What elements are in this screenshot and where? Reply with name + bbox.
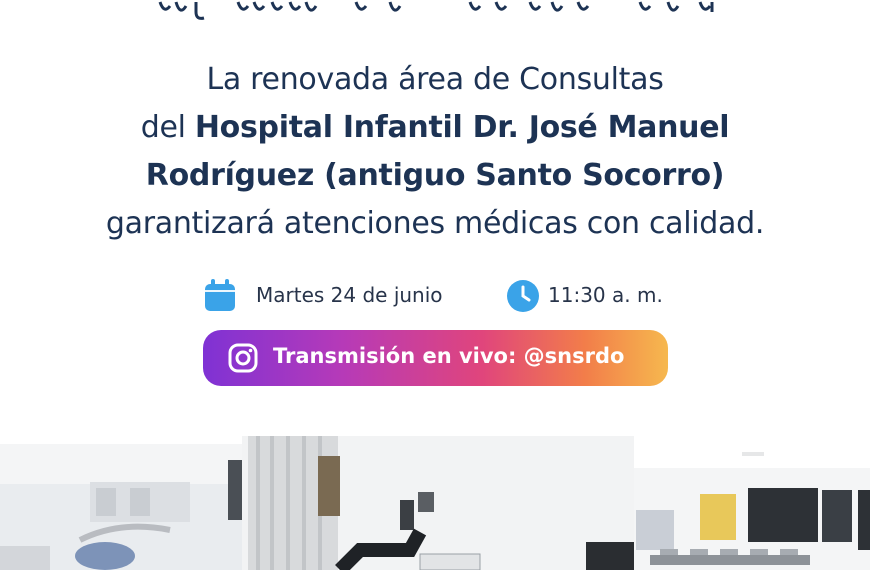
headline-line-2-prefix: del bbox=[140, 110, 195, 145]
photo-exam-room bbox=[242, 430, 634, 570]
headline-hospital-name: Hospital Infantil Dr. José Manuel bbox=[194, 110, 730, 145]
clock-icon bbox=[505, 278, 541, 318]
headline-line-2: del Hospital Infantil Dr. José Manuel bbox=[0, 104, 870, 152]
event-time: 11:30 a. m. bbox=[548, 283, 663, 307]
headline-hospital-former-name: Rodríguez (antiguo Santo Socorro) bbox=[145, 158, 725, 193]
instagram-icon bbox=[227, 342, 259, 378]
top-decorative-strip bbox=[0, 0, 870, 22]
hospital-photos bbox=[0, 430, 870, 570]
event-details: Martes 24 de junio 11:30 a. m. bbox=[0, 276, 870, 316]
headline: La renovada área de Consultas del Hospit… bbox=[0, 56, 870, 248]
live-stream-badge[interactable]: Transmisión en vivo: @snsrdo bbox=[203, 330, 668, 386]
event-date: Martes 24 de junio bbox=[256, 283, 443, 307]
headline-line-1: La renovada área de Consultas bbox=[206, 62, 664, 97]
photo-waiting-area bbox=[634, 444, 870, 570]
photo-dental-room bbox=[0, 444, 242, 570]
live-stream-label: Transmisión en vivo: @snsrdo bbox=[273, 344, 625, 368]
headline-line-4: garantizará atenciones médicas con calid… bbox=[105, 206, 765, 241]
headline-line-3: Rodríguez (antiguo Santo Socorro) bbox=[0, 152, 870, 200]
calendar-icon bbox=[202, 278, 238, 318]
